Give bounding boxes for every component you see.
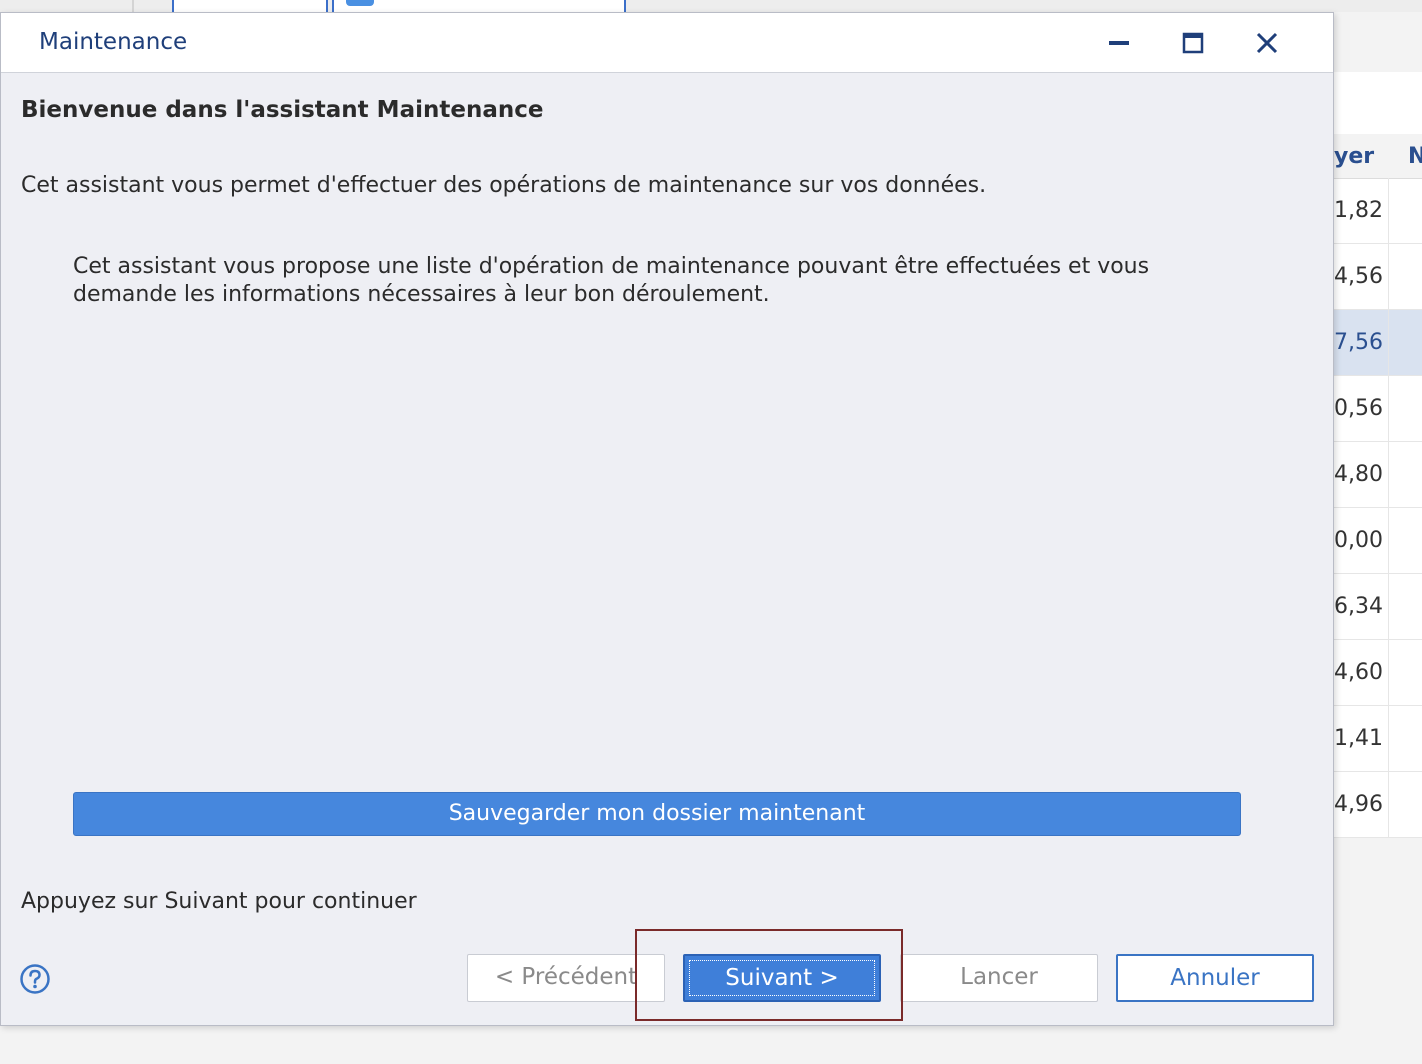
- maximize-icon: [1182, 32, 1204, 54]
- table-cell: 6,34: [1334, 594, 1383, 619]
- wizard-intro-text: Cet assistant vous permet d'effectuer de…: [21, 173, 987, 198]
- background-grid-rows: 1,82 4,56 7,56 0,56 4,80 0,00 6,34 4,60 1,41 4,96: [1334, 178, 1422, 838]
- maintenance-dialog: Maintenance Bienvenue dans l'assistant M…: [0, 12, 1334, 1026]
- minimize-button[interactable]: [1099, 25, 1139, 61]
- table-cell: 4,56: [1334, 264, 1383, 289]
- column-separator: [1388, 706, 1389, 771]
- table-row[interactable]: 6,34: [1334, 574, 1422, 640]
- table-row[interactable]: 1,41: [1334, 706, 1422, 772]
- dialog-title: Maintenance: [39, 29, 188, 55]
- wizard-heading: Bienvenue dans l'assistant Maintenance: [21, 97, 544, 123]
- table-cell: 0,00: [1334, 528, 1383, 553]
- table-row[interactable]: 1,82: [1334, 178, 1422, 244]
- close-button[interactable]: [1247, 25, 1287, 61]
- table-cell: 1,82: [1334, 198, 1383, 223]
- minimize-icon: [1109, 41, 1129, 45]
- table-cell: 1,41: [1334, 726, 1383, 751]
- save-folder-button[interactable]: Sauvegarder mon dossier maintenant: [73, 792, 1241, 836]
- maximize-button[interactable]: [1173, 25, 1213, 61]
- table-row[interactable]: 4,80: [1334, 442, 1422, 508]
- column-separator: [1388, 310, 1389, 375]
- column-separator: [1388, 772, 1389, 837]
- annotation-highlight-box: [635, 929, 903, 1021]
- table-row[interactable]: 7,56: [1334, 310, 1422, 376]
- close-icon: [1256, 32, 1278, 54]
- table-row[interactable]: 0,56: [1334, 376, 1422, 442]
- table-row[interactable]: 4,56: [1334, 244, 1422, 310]
- tab-icon: [346, 0, 374, 6]
- wizard-description: Cet assistant vous propose une liste d'o…: [73, 254, 1150, 307]
- wizard-hint-text: Appuyez sur Suivant pour continuer: [21, 889, 417, 914]
- background-footer: [0, 1026, 1422, 1064]
- table-cell: 4,96: [1334, 792, 1383, 817]
- table-row[interactable]: 0,00: [1334, 508, 1422, 574]
- table-cell: 4,80: [1334, 462, 1383, 487]
- column-separator: [1388, 508, 1389, 573]
- table-cell: 0,56: [1334, 396, 1383, 421]
- column-separator: [1388, 442, 1389, 507]
- table-cell: 4,60: [1334, 660, 1383, 685]
- dialog-titlebar[interactable]: Maintenance: [1, 13, 1333, 73]
- table-cell: 7,56: [1334, 330, 1383, 355]
- launch-button[interactable]: Lancer: [900, 954, 1098, 1002]
- column-separator: [1388, 574, 1389, 639]
- table-row[interactable]: 4,60: [1334, 640, 1422, 706]
- grid-column-header[interactable]: yer: [1334, 144, 1374, 169]
- cancel-button[interactable]: Annuler: [1116, 954, 1314, 1002]
- column-separator: [1388, 640, 1389, 705]
- table-row[interactable]: 4,96: [1334, 772, 1422, 838]
- column-separator: [1388, 376, 1389, 441]
- column-separator: [1388, 244, 1389, 309]
- background-divider: [132, 0, 134, 12]
- column-separator: [1388, 178, 1389, 243]
- grid-column-header[interactable]: N: [1408, 144, 1422, 169]
- help-icon[interactable]: [19, 963, 51, 995]
